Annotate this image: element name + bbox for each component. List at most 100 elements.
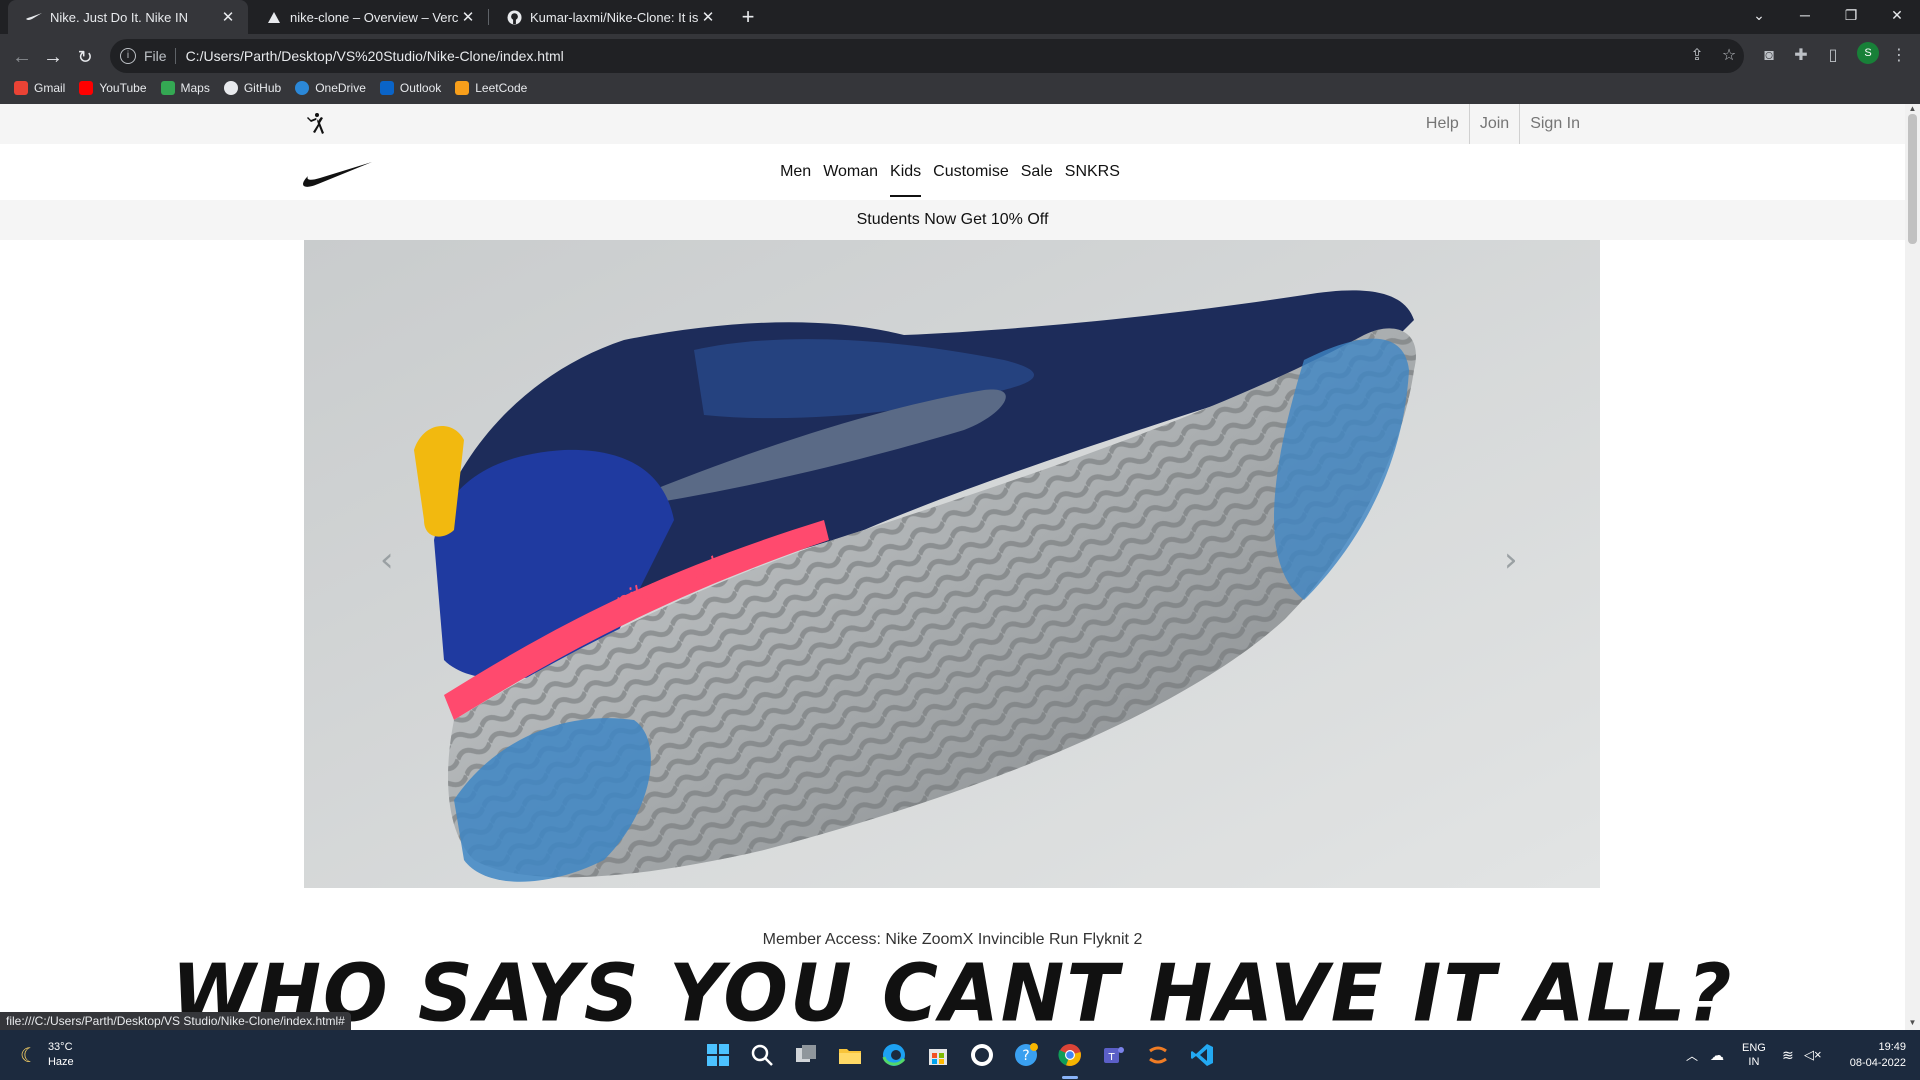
- join-link[interactable]: Join: [1468, 104, 1519, 144]
- clock-date: 08-04-2022: [1849, 1057, 1906, 1069]
- region-code: IN: [1748, 1056, 1760, 1068]
- profile-avatar[interactable]: S: [1857, 42, 1879, 64]
- show-hidden-icons-chevron-icon[interactable]: ︿: [1686, 1030, 1698, 1080]
- weather-condition: Haze: [47, 1056, 74, 1068]
- menu-kebab-icon[interactable]: ⋮: [1886, 43, 1912, 69]
- tab-search-chevron-icon[interactable]: ⌄: [1736, 0, 1782, 30]
- bookmark-leetcode[interactable]: LeetCode: [455, 81, 527, 95]
- extensions-puzzle-icon[interactable]: ✚: [1788, 43, 1814, 69]
- close-tab-icon[interactable]: ✕: [698, 8, 718, 26]
- nike-swoosh-favicon-icon: [26, 9, 42, 25]
- bookmark-star-icon[interactable]: ☆: [1716, 43, 1742, 69]
- vscode-icon[interactable]: [1190, 1043, 1214, 1067]
- edge-browser-icon[interactable]: [882, 1043, 906, 1067]
- page-viewport: Help Join Sign In Men Woman Kids Customi…: [0, 104, 1905, 1030]
- scrollbar-thumb[interactable]: [1908, 114, 1917, 244]
- bookmarks-bar: Gmail YouTube Maps GitHub OneDrive Outlo…: [0, 74, 1920, 102]
- tab-title: Nike. Just Do It. Nike IN: [50, 9, 188, 25]
- weather-temp: 33°C: [47, 1041, 73, 1053]
- help-tips-icon[interactable]: ?: [1014, 1043, 1038, 1067]
- nav-customise[interactable]: Customise: [933, 157, 1009, 187]
- new-tab-plus-icon[interactable]: +: [735, 4, 761, 30]
- status-bar-url: file:///C:/Users/Parth/Desktop/VS Studio…: [0, 1012, 351, 1030]
- hero-carousel[interactable]: nike react ‹ ›: [304, 240, 1600, 888]
- leetcode-icon: [455, 81, 470, 95]
- bookmark-onedrive[interactable]: OneDrive: [295, 81, 366, 95]
- nav-menu: Men Woman Kids Customise Sale SNKRS: [0, 144, 1905, 200]
- help-link[interactable]: Help: [1416, 104, 1469, 144]
- bookmark-gmail[interactable]: Gmail: [14, 81, 65, 95]
- nav-men[interactable]: Men: [780, 157, 811, 187]
- tab-github[interactable]: Kumar-laxmi/Nike-Clone: It is a C ✕: [488, 0, 728, 34]
- reload-icon[interactable]: ↻: [71, 43, 99, 71]
- utility-links: Help Join Sign In: [1416, 104, 1590, 144]
- carousel-prev-chevron-icon[interactable]: ‹: [380, 540, 394, 580]
- speaker-muted-icon[interactable]: ◁×: [1804, 1030, 1822, 1080]
- teams-icon[interactable]: T: [1102, 1043, 1126, 1067]
- back-arrow-icon[interactable]: ←: [8, 43, 36, 71]
- carousel-next-chevron-icon[interactable]: ›: [1504, 540, 1518, 580]
- promo-banner[interactable]: Students Now Get 10% Off: [0, 200, 1905, 240]
- nav-woman[interactable]: Woman: [823, 157, 878, 187]
- svg-text:T: T: [1107, 1052, 1115, 1063]
- site-info-icon[interactable]: i: [120, 48, 136, 64]
- tab-vercel[interactable]: nike-clone – Overview – Vercel ✕: [248, 0, 488, 34]
- tab-nike-home[interactable]: Nike. Just Do It. Nike IN ✕: [8, 0, 248, 34]
- share-icon[interactable]: ⇪: [1684, 43, 1710, 69]
- task-view-icon[interactable]: [794, 1043, 818, 1067]
- url-text[interactable]: C:/Users/Parth/Desktop/VS%20Studio/Nike-…: [186, 48, 564, 64]
- side-panel-icon[interactable]: ▯: [1820, 43, 1846, 69]
- tab-title: Kumar-laxmi/Nike-Clone: It is a C: [530, 9, 698, 25]
- chrome-browser-icon[interactable]: [1058, 1043, 1082, 1067]
- svg-text:?: ?: [1022, 1048, 1029, 1064]
- github-favicon-icon: [506, 9, 522, 25]
- browser-tab-strip: Nike. Just Do It. Nike IN ✕ nike-clone –…: [0, 0, 1920, 34]
- address-bar[interactable]: i File C:/Users/Parth/Desktop/VS%20Studi…: [110, 39, 1744, 73]
- close-tab-icon[interactable]: ✕: [458, 8, 478, 26]
- youtube-icon: [79, 81, 94, 95]
- clock-time: 19:49: [1878, 1041, 1906, 1053]
- bookmark-github[interactable]: GitHub: [223, 81, 281, 95]
- page-scrollbar[interactable]: ▲ ▼: [1905, 104, 1920, 1030]
- bookmark-maps[interactable]: Maps: [160, 81, 210, 95]
- scroll-down-arrow-icon[interactable]: ▼: [1905, 1018, 1920, 1030]
- file-explorer-icon[interactable]: [838, 1043, 862, 1067]
- language-code: ENG: [1742, 1042, 1766, 1054]
- language-indicator[interactable]: ENG IN: [1742, 1030, 1766, 1080]
- browser-toolbar: ← → ↻ i File C:/Users/Parth/Desktop/VS%2…: [0, 34, 1920, 104]
- weather-widget[interactable]: ☾ 33°C Haze: [20, 1040, 74, 1070]
- nav-snkrs[interactable]: SNKRS: [1065, 157, 1120, 187]
- gmail-icon: [14, 81, 28, 95]
- utility-bar: Help Join Sign In: [0, 104, 1905, 144]
- minimize-icon[interactable]: ─: [1782, 0, 1828, 30]
- outlook-icon: [379, 81, 394, 95]
- app-circle-icon[interactable]: [970, 1043, 994, 1067]
- app-orange-icon[interactable]: [1146, 1043, 1170, 1067]
- tab-title: nike-clone – Overview – Vercel: [290, 9, 458, 25]
- maps-icon: [160, 81, 175, 95]
- search-icon[interactable]: [750, 1043, 774, 1067]
- system-clock[interactable]: 19:49 08-04-2022: [1850, 1039, 1906, 1071]
- active-app-indicator: [1062, 1076, 1078, 1079]
- nav-kids[interactable]: Kids: [890, 157, 922, 197]
- moon-weather-icon: ☾: [20, 1044, 38, 1067]
- onedrive-tray-cloud-icon[interactable]: ☁: [1710, 1030, 1724, 1080]
- bookmark-outlook[interactable]: Outlook: [379, 81, 441, 95]
- screenshot-camera-icon[interactable]: ◙: [1756, 43, 1782, 69]
- bookmark-youtube[interactable]: YouTube: [79, 81, 147, 95]
- nav-sale[interactable]: Sale: [1021, 157, 1053, 187]
- close-tab-icon[interactable]: ✕: [218, 8, 238, 26]
- forward-arrow-icon[interactable]: →: [39, 43, 67, 71]
- close-window-icon[interactable]: ✕: [1874, 0, 1920, 30]
- wifi-icon[interactable]: ≋: [1782, 1030, 1794, 1080]
- main-navigation: Men Woman Kids Customise Sale SNKRS: [0, 144, 1905, 200]
- restore-icon[interactable]: ❐: [1828, 0, 1874, 30]
- microsoft-store-icon[interactable]: [926, 1043, 950, 1067]
- windows-start-icon[interactable]: [706, 1043, 730, 1067]
- github-icon: [223, 81, 238, 95]
- sign-in-link[interactable]: Sign In: [1519, 104, 1590, 144]
- jordan-jumpman-logo-icon[interactable]: [304, 112, 328, 136]
- url-scheme: File: [144, 48, 176, 64]
- windows-taskbar: ☾ 33°C Haze ? T ︿ ☁ ENG IN ≋ ◁× 19:49 08…: [0, 1030, 1920, 1080]
- vercel-favicon-icon: [266, 9, 282, 25]
